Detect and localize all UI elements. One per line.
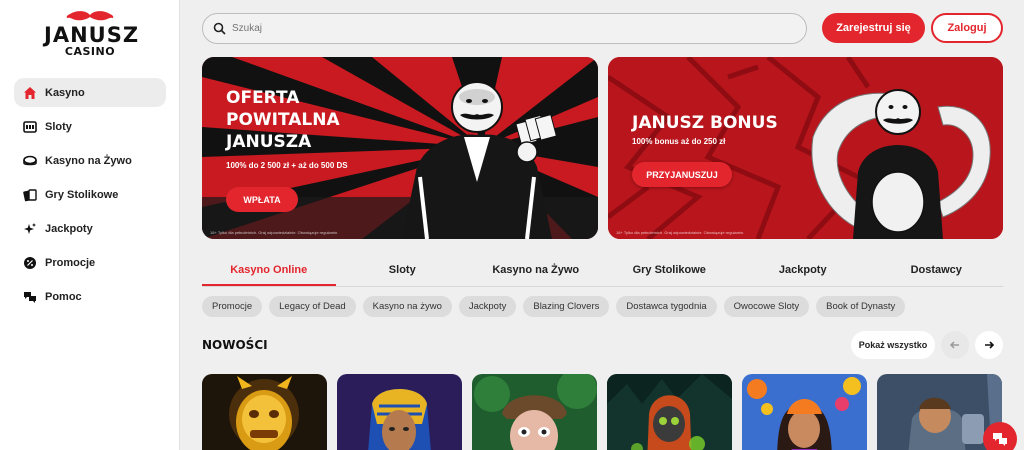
tab-kasyno-online[interactable]: Kasyno Online [202,256,336,286]
live-casino-icon [22,153,37,168]
banner-subtitle: 100% do 2 500 zł + aż do 500 DS [226,161,348,170]
chip-dostawca-tygodnia[interactable]: Dostawca tygodnia [616,296,717,317]
login-button[interactable]: Zaloguj [931,13,1003,43]
sidebar-item-label: Pomoc [45,290,82,303]
logo[interactable]: JANUSZ CASINO [44,10,140,68]
chip-legacy-of-dead[interactable]: Legacy of Dead [269,296,356,317]
sidebar-item-label: Sloty [45,120,72,133]
percent-icon [22,255,37,270]
game-thumbnail [202,374,327,450]
sidebar-item-kasyno[interactable]: Kasyno [14,78,166,107]
game-card[interactable] [472,374,597,450]
section-title: NOWOŚCI [202,338,268,352]
sidebar-item-promocje[interactable]: Promocje [14,248,166,277]
tab-sloty[interactable]: Sloty [336,256,470,286]
tab-jackpoty[interactable]: Jackpoty [736,256,870,286]
sidebar-item-kasyno-na-zywo[interactable]: Kasyno na Żywo [14,146,166,175]
chip-jackpoty[interactable]: Jackpoty [458,296,517,317]
logo-brand: JANUSZ [44,23,140,47]
promo-banner-welcome[interactable]: OFERTA POWITALNA JANUSZA 100% do 2 500 z… [202,57,598,239]
deposit-button[interactable]: WPŁATA [226,187,298,212]
game-thumbnail [472,374,597,450]
game-thumbnail [337,374,462,450]
sidebar-item-label: Promocje [45,256,96,269]
sidebar-item-pomoc[interactable]: Pomoc [14,282,166,311]
game-card[interactable] [742,374,867,450]
game-thumbnail [742,374,867,450]
banner-disclaimer: 18+ Tylko dla pełnoletnich. Graj odpowie… [616,230,745,235]
sidebar-item-gry-stolikowe[interactable]: Gry Stolikowe [14,180,166,209]
cards-icon [22,187,37,202]
tab-gry-stolikowe[interactable]: Gry Stolikowe [603,256,737,286]
chip-kasyno-na-zywo[interactable]: Kasyno na żywo [362,296,452,317]
category-tabs: Kasyno Online Sloty Kasyno na Żywo Gry S… [202,256,1003,287]
promo-banner-bonus[interactable]: JANUSZ BONUS 100% bonus aż do 250 zł PRZ… [608,57,1003,239]
search-bar[interactable] [202,13,807,44]
home-icon [22,85,37,100]
chat-bubbles-icon [22,289,37,304]
slot-machine-icon [22,119,37,134]
sidebar-item-label: Kasyno [45,86,85,99]
sidebar: JANUSZ CASINO Kasyno Sloty Kasyno na Żyw… [0,0,180,450]
sidebar-item-jackpoty[interactable]: Jackpoty [14,214,166,243]
game-carousel [202,374,1012,450]
chip-promocje[interactable]: Promocje [202,296,263,317]
claim-bonus-button[interactable]: PRZYJANUSZUJ [632,162,732,187]
sidebar-item-label: Gry Stolikowe [45,188,119,201]
chip-owocowe-sloty[interactable]: Owocowe Sloty [723,296,810,317]
game-card[interactable] [607,374,732,450]
sidebar-nav: Kasyno Sloty Kasyno na Żywo Gry Stolikow… [14,78,166,316]
sidebar-item-label: Kasyno na Żywo [45,154,132,167]
arrow-left-icon [949,341,959,349]
filter-chips: Promocje Legacy of Dead Kasyno na żywo J… [202,296,912,317]
banner-title: JANUSZ BONUS [632,113,778,133]
chat-icon [993,433,1007,446]
search-icon [213,22,226,35]
logo-sub: CASINO [64,45,116,58]
banner-title: OFERTA POWITALNA JANUSZA [226,88,340,152]
chip-blazing-clovers[interactable]: Blazing Clovers [523,296,610,317]
sparkle-icon [22,221,37,236]
mustache-icon [66,11,114,21]
show-all-button[interactable]: Pokaż wszystko [851,331,935,359]
game-card[interactable] [202,374,327,450]
register-button[interactable]: Zarejestruj się [822,13,925,43]
sidebar-item-sloty[interactable]: Sloty [14,112,166,141]
tab-dostawcy[interactable]: Dostawcy [870,256,1004,286]
banner-disclaimer: 18+ Tylko dla pełnoletnich. Graj odpowie… [210,230,339,235]
banner-subtitle: 100% bonus aż do 250 zł [632,137,726,146]
live-chat-button[interactable] [983,422,1017,450]
banner-artwork [608,57,1003,239]
carousel-prev-button[interactable] [941,331,969,359]
game-card[interactable] [337,374,462,450]
sidebar-item-label: Jackpoty [45,222,93,235]
chip-book-of-dynasty[interactable]: Book of Dynasty [816,296,906,317]
arrow-right-icon [985,341,995,349]
game-thumbnail [607,374,732,450]
tab-kasyno-na-zywo[interactable]: Kasyno na Żywo [469,256,603,286]
search-input[interactable] [232,23,772,34]
carousel-next-button[interactable] [975,331,1003,359]
